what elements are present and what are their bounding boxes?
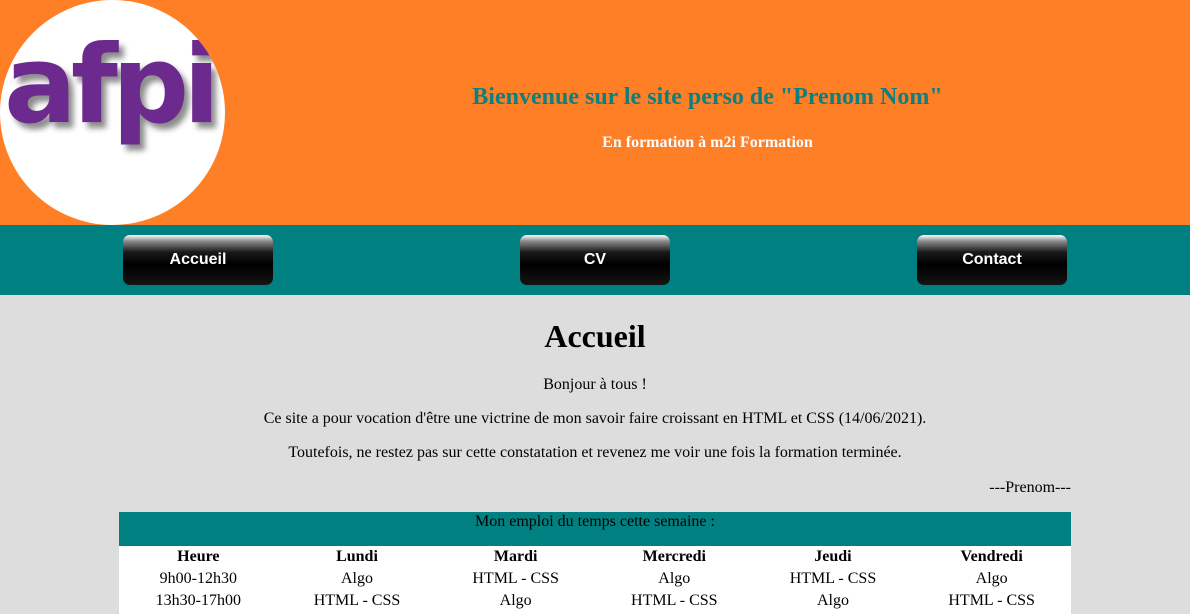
table-cell: HTML - CSS — [789, 570, 877, 587]
table-cell: Algo — [658, 570, 691, 587]
table-row: 13h30-17h00 HTML - CSS Algo HTML - CSS A… — [119, 590, 1071, 612]
header-cell: Mardi — [493, 548, 538, 565]
logo-text: afpi — [4, 23, 220, 148]
intro-text: Ce site a pour vocation d'être une victr… — [263, 410, 927, 427]
table-cell: Algo — [816, 592, 849, 609]
page-title: Accueil — [544, 318, 646, 354]
nav-button-contact[interactable]: Contact — [917, 235, 1067, 285]
nav-button-accueil[interactable]: Accueil — [123, 235, 273, 285]
afpi-logo: afpi — [0, 0, 225, 225]
header-cell: Mercredi — [642, 548, 706, 565]
header-subtitle: En formation à m2i Formation — [602, 134, 813, 151]
table-cell: HTML - CSS — [472, 570, 559, 587]
nav-button-cv[interactable]: CV — [520, 235, 670, 285]
table-cell: HTML - CSS — [631, 592, 718, 609]
header-cell: Heure — [177, 548, 220, 565]
header-cell: Lundi — [336, 548, 378, 565]
table-cell: 13h30-17h00 — [155, 592, 241, 609]
outro-text: Toutefois, ne restez pas sur cette const… — [288, 444, 902, 461]
schedule-table: Mon emploi du temps cette semaine : Heur… — [119, 512, 1071, 614]
schedule-header-row: Heure Lundi Mardi Mercredi Jeudi Vendred… — [119, 546, 1071, 568]
table-cell: 9h00-12h30 — [159, 570, 237, 587]
greeting-text: Bonjour à tous ! — [543, 376, 647, 393]
table-cell: Algo — [975, 570, 1008, 587]
signature-text: ---Prenom--- — [989, 479, 1071, 496]
schedule-caption: Mon emploi du temps cette semaine : — [119, 512, 1071, 546]
header-cell: Jeudi — [814, 548, 852, 565]
site-header: afpi Bienvenue sur le site perso de "Pre… — [0, 0, 1190, 225]
table-cell: HTML - CSS — [313, 592, 401, 609]
schedule-grid: Heure Lundi Mardi Mercredi Jeudi Vendred… — [119, 546, 1071, 612]
table-row: 9h00-12h30 Algo HTML - CSS Algo HTML - C… — [119, 568, 1071, 590]
table-cell: Algo — [499, 592, 532, 609]
nav-bar: Accueil CV Contact — [0, 225, 1190, 295]
table-cell: HTML - CSS — [948, 592, 1035, 609]
header-cell: Vendredi — [960, 548, 1023, 565]
welcome-heading: Bienvenue sur le site perso de "Prenom N… — [472, 84, 943, 110]
table-cell: Algo — [340, 570, 373, 587]
